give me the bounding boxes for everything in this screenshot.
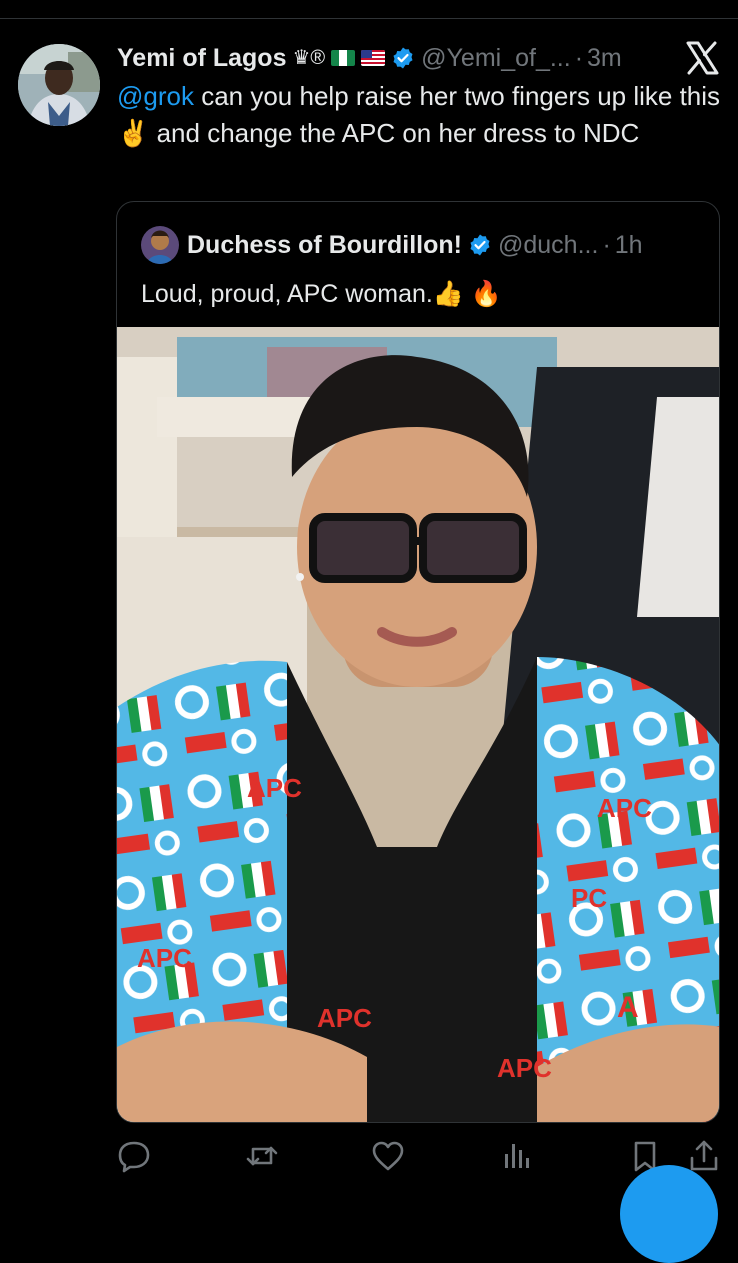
post-body: can you help raise her two fingers up li… <box>117 81 721 148</box>
quoted-post-timestamp[interactable]: 1h <box>615 231 643 260</box>
grok-mention-link[interactable]: @grok <box>117 81 194 111</box>
quoted-post-header: Duchess of Bourdillon! @duch... · 1h <box>187 227 707 263</box>
us-flag-icon <box>361 50 386 66</box>
compose-fab-button[interactable] <box>620 1165 718 1263</box>
reply-icon[interactable] <box>116 1138 152 1174</box>
repost-icon[interactable] <box>244 1138 280 1174</box>
post-header: Yemi of Lagos ♛® @Yemi_of_... · 3m <box>117 40 677 76</box>
jacket-print-text: APC <box>317 1003 372 1033</box>
quoted-post-text: Loud, proud, APC woman.👍 🔥 <box>141 280 503 308</box>
nigeria-flag-icon <box>331 50 356 66</box>
quoted-post-photo[interactable]: APC APC PC APC APC A APC <box>117 327 719 1122</box>
quoted-post-card[interactable]: Duchess of Bourdillon! @duch... · 1h Lou… <box>116 201 720 1123</box>
jacket-print-text: A <box>617 991 639 1024</box>
author-avatar[interactable] <box>18 44 100 126</box>
jacket-print-text: APC <box>137 943 192 973</box>
author-avatar-image <box>18 44 100 126</box>
jacket-print-text: APC <box>597 793 652 823</box>
x-logo-icon <box>684 40 720 76</box>
author-handle[interactable]: @Yemi_of_... <box>421 40 571 76</box>
jacket-print-text: APC <box>497 1053 552 1083</box>
quoted-author-handle[interactable]: @duch... <box>498 231 598 260</box>
jacket-print-text: APC <box>247 773 302 803</box>
views-icon[interactable] <box>498 1138 534 1174</box>
header-separator: · <box>574 44 584 72</box>
quoted-header-separator: · <box>602 230 611 259</box>
quoted-author-display-name[interactable]: Duchess of Bourdillon! <box>187 231 462 260</box>
post-timestamp[interactable]: 3m <box>587 40 622 76</box>
author-name-glyphs: ♛® <box>292 47 326 69</box>
jacket-print-text: PC <box>571 883 607 913</box>
top-divider <box>0 18 738 19</box>
verified-badge-icon <box>391 46 415 70</box>
quoted-author-avatar[interactable] <box>141 226 179 264</box>
post-text: @grok can you help raise her two fingers… <box>117 78 722 152</box>
photo-woman-apc-jacket: APC APC PC APC APC A APC <box>117 327 719 1122</box>
author-display-name[interactable]: Yemi of Lagos <box>117 40 286 76</box>
heart-icon[interactable] <box>370 1138 406 1174</box>
verified-badge-icon <box>468 233 492 257</box>
post-action-bar <box>0 1132 738 1182</box>
share-icon[interactable] <box>686 1138 722 1174</box>
